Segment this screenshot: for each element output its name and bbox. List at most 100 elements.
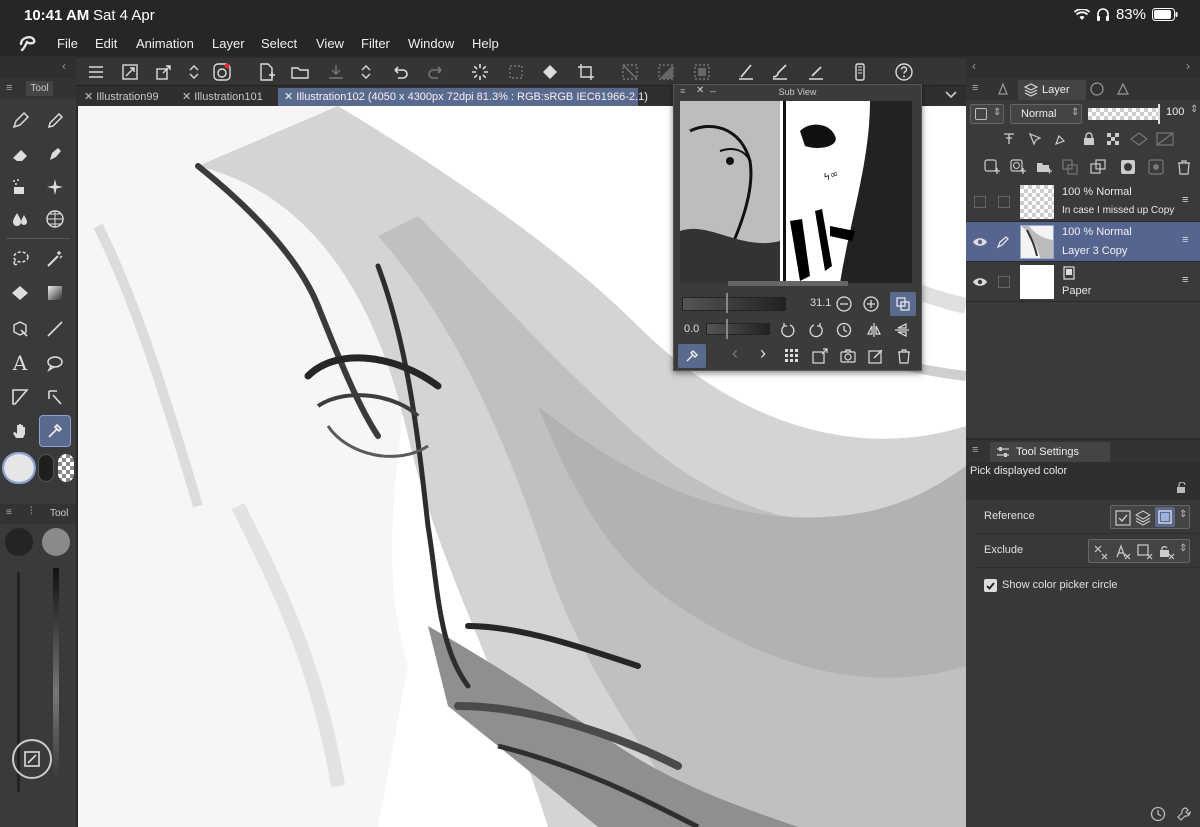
eye-icon[interactable] [972, 276, 988, 288]
import-image-icon[interactable] [812, 348, 828, 364]
ink-tool[interactable] [40, 140, 70, 170]
zoom-in-icon[interactable] [863, 296, 879, 312]
combine-layer-icon[interactable] [1090, 159, 1106, 175]
layer-row[interactable]: 100 % Normal In case I missed up Copy [966, 182, 1200, 222]
previous-image-icon[interactable]: ‹ [732, 343, 738, 364]
airbrush-tool[interactable] [5, 172, 35, 202]
invert-selection-icon[interactable] [656, 62, 676, 82]
lasso-tool[interactable] [5, 244, 35, 274]
drag-handle-icon-2[interactable]: ≡ [6, 507, 12, 518]
drag-handle-icon[interactable]: ≡ [6, 82, 12, 94]
show-circle-checkbox[interactable] [984, 579, 997, 592]
balloon-tool[interactable] [40, 348, 70, 378]
transfer-layer-icon[interactable] [1062, 159, 1078, 175]
tab-illustration101[interactable]: ✕ Illustration101 [176, 88, 276, 106]
menu-file[interactable]: File [57, 36, 78, 51]
text-tool[interactable]: A [5, 348, 35, 378]
expand-right-icon[interactable]: › [1186, 59, 1190, 73]
main-color-swatch[interactable] [2, 452, 36, 484]
layer-menu-icon[interactable]: ≡ [1182, 234, 1188, 246]
menu-select[interactable]: Select [261, 36, 297, 51]
redo-icon[interactable] [426, 62, 446, 82]
sub-view-reference-image[interactable]: ϟ∞ [680, 101, 912, 283]
unlock-icon[interactable] [1176, 482, 1188, 494]
navigator-mode-button[interactable] [890, 292, 916, 316]
menu-layer[interactable]: Layer [212, 36, 245, 51]
new-raster-layer-icon[interactable] [984, 159, 1000, 175]
clear-icon[interactable] [506, 62, 526, 82]
correct-line-tool[interactable] [40, 382, 70, 412]
opacity-slider[interactable] [53, 568, 59, 778]
transparent-color-swatch[interactable] [58, 454, 74, 482]
layer-color-toggle[interactable]: ⇕ [970, 104, 1004, 124]
image-grid-icon[interactable] [784, 348, 800, 364]
selection-border-icon[interactable] [692, 62, 712, 82]
navigator-tab-icon[interactable] [1090, 82, 1104, 96]
sub-tool-title[interactable]: Tool [50, 508, 68, 519]
exclude-options-select[interactable]: ⇕ [1088, 539, 1190, 563]
edit-image-icon[interactable] [868, 348, 884, 364]
brush-size-large[interactable] [42, 528, 70, 556]
eye-icon[interactable] [972, 236, 988, 248]
flip-vertical-icon[interactable] [894, 322, 910, 338]
tab-illustration99[interactable]: ✕ Illustration99 [78, 88, 174, 106]
next-image-icon[interactable]: › [760, 343, 766, 364]
edit-target-toggle[interactable] [998, 196, 1010, 208]
rotate-left-icon[interactable] [780, 322, 796, 338]
menu-filter[interactable]: Filter [361, 36, 390, 51]
delete-image-icon[interactable] [896, 348, 912, 364]
collapse-right-icon[interactable]: ‹ [972, 59, 976, 73]
tab-layer[interactable]: Layer [1018, 80, 1086, 100]
updown-icon-2[interactable] [356, 62, 376, 82]
hand-tool[interactable] [5, 416, 35, 446]
lock-icon[interactable] [1082, 132, 1096, 146]
clip-layer-icon[interactable] [1002, 132, 1016, 146]
loading-icon[interactable] [470, 62, 490, 82]
camera-icon[interactable] [840, 348, 856, 364]
layer-property-tab-icon[interactable] [996, 82, 1010, 96]
line-tool[interactable] [40, 314, 70, 344]
eyedropper-tool[interactable] [39, 415, 71, 447]
layer-menu-icon-top[interactable]: ≡ [1182, 194, 1188, 206]
apply-mask-icon[interactable] [1148, 159, 1164, 175]
clip-studio-icon[interactable] [212, 62, 232, 82]
updown-icon[interactable] [184, 62, 204, 82]
open-folder-icon[interactable] [290, 62, 310, 82]
edit-target-toggle[interactable] [998, 276, 1010, 288]
ruler-enable-icon[interactable] [1156, 132, 1174, 146]
crop-icon[interactable] [576, 62, 596, 82]
help-icon[interactable] [894, 62, 914, 82]
close-tab-icon[interactable]: ✕ [182, 91, 191, 103]
rotate-slider-handle[interactable] [726, 319, 728, 339]
fill-tool[interactable] [5, 278, 35, 308]
edit-pen-icon[interactable] [996, 235, 1010, 249]
smartphone-icon[interactable] [850, 62, 870, 82]
brush-size-small[interactable] [5, 528, 33, 556]
brush-icon[interactable] [770, 62, 790, 82]
menu-view[interactable]: View [316, 36, 344, 51]
layer-menu-icon[interactable]: ≡ [1182, 274, 1188, 286]
pen-tool[interactable] [5, 106, 35, 136]
transform-icon[interactable] [154, 62, 174, 82]
mask-enable-icon[interactable] [1130, 132, 1148, 146]
menu-window[interactable]: Window [408, 36, 454, 51]
reference-layer-select[interactable]: ⇕ [1110, 505, 1190, 529]
fill-icon[interactable] [540, 62, 560, 82]
save-icon[interactable] [326, 62, 346, 82]
blend-mode-select[interactable]: Normal ⇕ [1010, 104, 1082, 124]
operation-tool[interactable] [5, 314, 35, 344]
modifier-key-button[interactable] [12, 739, 52, 779]
menu-icon[interactable] [86, 62, 106, 82]
tab-illustration102[interactable]: ✕ Illustration102 (4050 x 4300px 72dpi 8… [278, 88, 648, 106]
opacity-slider[interactable] [1088, 108, 1160, 120]
grid-tool[interactable] [40, 204, 70, 234]
sub-view-scrollbar[interactable] [728, 281, 848, 286]
rotate-right-icon[interactable] [808, 322, 824, 338]
zoom-slider[interactable] [682, 297, 786, 311]
zoom-slider-handle[interactable] [726, 293, 728, 313]
clock-icon[interactable] [1150, 806, 1166, 822]
menu-help[interactable]: Help [472, 36, 499, 51]
opacity-stepper-icon[interactable]: ⇕ [1190, 104, 1198, 115]
color-tab-icon[interactable] [1116, 82, 1130, 96]
rotate-slider[interactable] [706, 323, 770, 335]
